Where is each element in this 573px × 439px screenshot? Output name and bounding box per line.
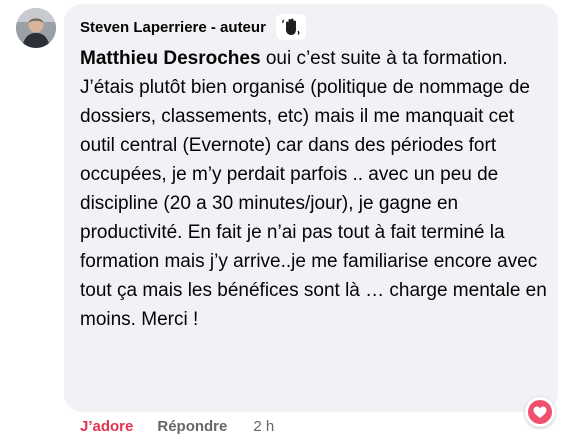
mention-link[interactable]: Matthieu Desroches xyxy=(80,48,261,69)
comment-body: Matthieu Desroches oui c’est suite à ta … xyxy=(80,44,550,334)
heart-icon xyxy=(528,400,552,424)
comment-header: Steven Laperriere - auteur xyxy=(80,14,306,40)
waving-hand-icon[interactable] xyxy=(275,14,306,40)
author-name[interactable]: Steven Laperriere - auteur xyxy=(80,19,266,36)
timestamp[interactable]: 2 h xyxy=(253,418,274,435)
comment-text: oui c’est suite à ta formation. J’étais … xyxy=(80,48,547,330)
reaction-summary[interactable] xyxy=(525,397,555,427)
reply-button[interactable]: Répondre xyxy=(157,418,227,435)
like-button[interactable]: J’adore xyxy=(80,418,133,435)
avatar[interactable] xyxy=(16,8,56,48)
comment-actions: J’adore Répondre 2 h xyxy=(80,418,274,435)
